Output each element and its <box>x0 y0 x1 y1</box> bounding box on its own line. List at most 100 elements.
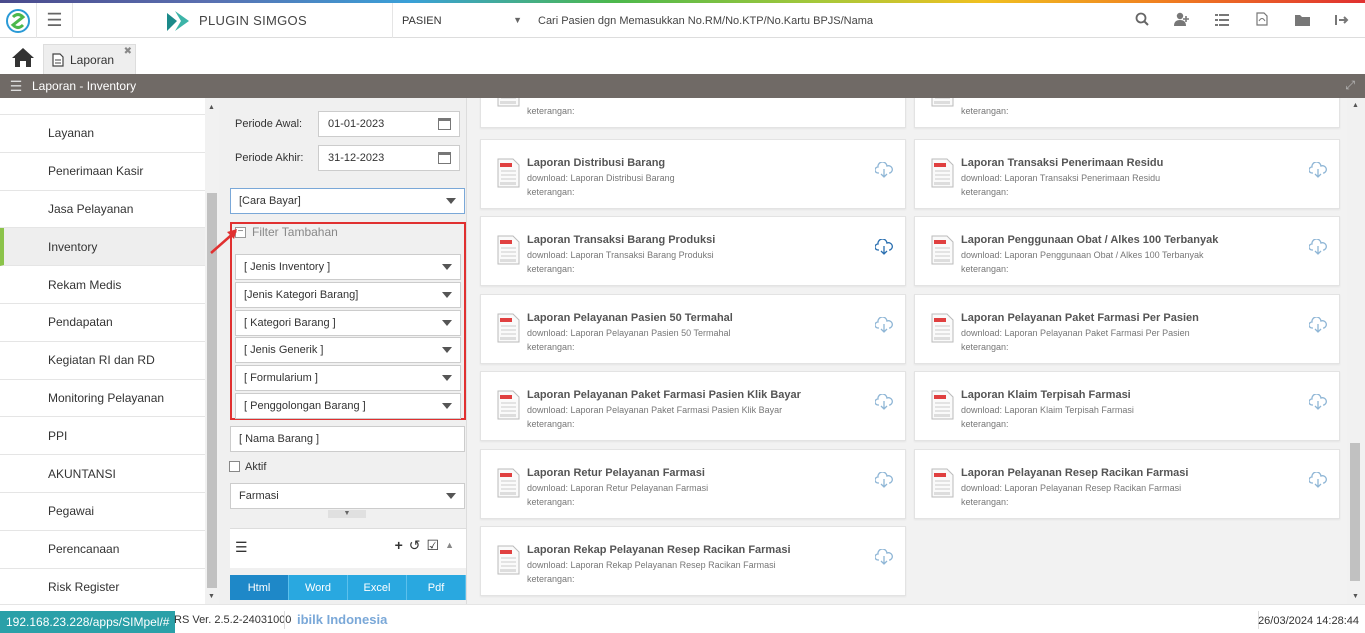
sidebar-item-partial <box>0 98 205 115</box>
scrollbar-thumb[interactable] <box>1350 443 1360 581</box>
jenis-generik-select[interactable]: [ Jenis Generik ] <box>235 337 461 363</box>
cloud-download-icon[interactable] <box>875 317 893 333</box>
status-url: 192.168.23.228/apps/SIMpel/# <box>0 611 176 633</box>
cloud-download-icon[interactable] <box>1309 162 1327 178</box>
folder-icon[interactable] <box>1293 13 1311 29</box>
report-download-text: download: Laporan Transaksi Barang Produ… <box>527 250 714 260</box>
add-icon[interactable]: + <box>395 537 403 554</box>
ruangan-select[interactable]: Farmasi <box>230 483 465 509</box>
home-icon[interactable] <box>10 46 36 68</box>
report-title[interactable]: Laporan Transaksi Penerimaan Residu <box>961 157 1163 169</box>
cloud-download-icon[interactable] <box>1309 472 1327 488</box>
report-card[interactable]: Laporan Rekap Pelayanan Resep Racikan Fa… <box>480 526 906 596</box>
menu-toggle-icon[interactable]: ☰ <box>36 3 73 38</box>
report-title[interactable]: Laporan Pelayanan Resep Racikan Farmasi <box>961 467 1188 479</box>
logout-icon[interactable] <box>1333 13 1351 29</box>
sidebar-item-perencanaan[interactable]: Perencanaan <box>0 531 205 569</box>
sidebar-item-kegiatan-ri-rd[interactable]: Kegiatan RI dan RD <box>0 342 205 380</box>
report-title[interactable]: Laporan Pelayanan Paket Farmasi Pasien K… <box>527 389 801 401</box>
periode-akhir-field[interactable]: 31-12-2023 <box>318 145 460 171</box>
pdf-icon[interactable] <box>1253 12 1271 29</box>
report-card[interactable]: Laporan Distribusi Barang download: Lapor… <box>480 139 906 209</box>
report-title[interactable]: Laporan Pelayanan Paket Farmasi Per Pasi… <box>961 312 1199 324</box>
panel-menu-icon[interactable]: ☰ <box>0 78 32 95</box>
collapse-grip-icon[interactable]: ▼ <box>328 510 366 518</box>
scroll-down-icon[interactable]: ▼ <box>208 593 215 600</box>
sidebar-item-pegawai[interactable]: Pegawai <box>0 493 205 531</box>
report-card[interactable]: Laporan Pelayanan Resep Racikan Farmasi d… <box>914 449 1340 519</box>
jenis-inventory-select[interactable]: [ Jenis Inventory ] <box>235 254 461 280</box>
sidebar-item-monitoring-pelayanan[interactable]: Monitoring Pelayanan <box>0 380 205 418</box>
cara-bayar-select[interactable]: [Cara Bayar] <box>230 188 465 214</box>
close-icon[interactable]: ✖ <box>124 46 132 57</box>
report-list-scrollbar[interactable]: ▲ ▼ <box>1347 98 1365 604</box>
sidebar-item-inventory[interactable]: Inventory <box>0 228 205 267</box>
app-logo[interactable] <box>0 3 36 38</box>
nama-barang-input[interactable]: [ Nama Barang ] <box>230 426 465 452</box>
report-keterangan: keterangan: <box>961 419 1009 429</box>
sidebar-item-pendapatan[interactable]: Pendapatan <box>0 304 205 342</box>
report-card[interactable]: Laporan Pelayanan Pasien 50 Termahal down… <box>480 294 906 364</box>
report-title[interactable]: Laporan Klaim Terpisah Farmasi <box>961 389 1131 401</box>
calendar-icon[interactable] <box>438 152 451 164</box>
report-card[interactable]: Laporan Transaksi Penerimaan Residu downl… <box>914 139 1340 209</box>
penggolongan-barang-select[interactable]: [ Penggolongan Barang ] <box>235 393 461 419</box>
kategori-barang-select[interactable]: [ Kategori Barang ] <box>235 310 461 336</box>
report-title[interactable]: Laporan Retur Pelayanan Farmasi <box>527 467 705 479</box>
cloud-download-icon[interactable] <box>875 394 893 410</box>
sidebar-item-akuntansi[interactable]: AKUNTANSI <box>0 455 205 493</box>
sidebar-item-layanan[interactable]: Layanan <box>0 115 205 153</box>
calendar-icon[interactable] <box>438 118 451 130</box>
scroll-down-icon[interactable]: ▼ <box>1352 593 1359 600</box>
report-card[interactable]: Laporan Penggunaan Obat / Alkes 100 Terb… <box>914 216 1340 286</box>
sidebar-item-ppi[interactable]: PPI <box>0 417 205 456</box>
cloud-download-icon[interactable] <box>1309 317 1327 333</box>
jenis-kategori-barang-select[interactable]: [Jenis Kategori Barang] <box>235 282 461 308</box>
report-card[interactable]: Laporan Retur Pelayanan Farmasi download:… <box>480 449 906 519</box>
search-icon[interactable] <box>1133 12 1151 29</box>
report-document-icon <box>497 98 520 107</box>
cloud-download-icon[interactable] <box>875 162 893 178</box>
export-html-button[interactable]: Html <box>230 575 289 600</box>
list-icon[interactable] <box>1213 13 1231 29</box>
list-icon[interactable]: ☰ <box>235 539 248 556</box>
report-card[interactable]: keterangan: <box>914 98 1340 128</box>
tab-laporan[interactable]: Laporan ✖ <box>43 44 136 74</box>
export-pdf-button[interactable]: Pdf <box>407 575 466 600</box>
report-card[interactable]: Laporan Pelayanan Paket Farmasi Pasien K… <box>480 371 906 441</box>
report-card[interactable]: keterangan: <box>480 98 906 128</box>
cloud-download-icon[interactable] <box>1309 394 1327 410</box>
export-excel-button[interactable]: Excel <box>348 575 407 600</box>
report-title[interactable]: Laporan Pelayanan Pasien 50 Termahal <box>527 312 733 324</box>
check-square-icon[interactable]: ☑ <box>427 537 440 554</box>
user-plus-icon[interactable] <box>1173 12 1191 29</box>
report-title[interactable]: Laporan Transaksi Barang Produksi <box>527 234 715 246</box>
sidebar-scrollbar[interactable]: ▲ ▼ <box>205 98 219 604</box>
cloud-download-icon[interactable] <box>875 472 893 488</box>
report-title[interactable]: Laporan Distribusi Barang <box>527 157 665 169</box>
patient-search-input[interactable]: Cari Pasien dgn Memasukkan No.RM/No.KTP/… <box>538 3 873 38</box>
cloud-download-icon[interactable] <box>875 239 893 255</box>
aktif-checkbox[interactable] <box>229 461 240 472</box>
report-card[interactable]: Laporan Klaim Terpisah Farmasi download: … <box>914 371 1340 441</box>
report-title[interactable]: Laporan Rekap Pelayanan Resep Racikan Fa… <box>527 544 791 556</box>
cloud-download-icon[interactable] <box>1309 239 1327 255</box>
chevron-up-icon[interactable]: ▲ <box>445 537 454 554</box>
sidebar-item-rekam-medis[interactable]: Rekam Medis <box>0 266 205 304</box>
report-title[interactable]: Laporan Penggunaan Obat / Alkes 100 Terb… <box>961 234 1218 246</box>
cloud-download-icon[interactable] <box>875 549 893 565</box>
formularium-select[interactable]: [ Formularium ] <box>235 365 461 391</box>
export-word-button[interactable]: Word <box>289 575 348 600</box>
scroll-up-icon[interactable]: ▲ <box>1352 102 1359 109</box>
sidebar-item-risk-register[interactable]: Risk Register <box>0 569 205 604</box>
sidebar-item-jasa-pelayanan[interactable]: Jasa Pelayanan <box>0 191 205 229</box>
patient-type-select[interactable]: PASIEN ▼ <box>402 3 522 38</box>
history-icon[interactable]: ↺ <box>409 537 421 554</box>
sidebar-item-penerimaan-kasir[interactable]: Penerimaan Kasir <box>0 153 205 191</box>
scroll-up-icon[interactable]: ▲ <box>208 104 215 111</box>
periode-awal-field[interactable]: 01-01-2023 <box>318 111 460 137</box>
report-card[interactable]: Laporan Pelayanan Paket Farmasi Per Pasi… <box>914 294 1340 364</box>
filter-tambahan-toggle[interactable]: − Filter Tambahan <box>235 225 342 239</box>
report-card[interactable]: Laporan Transaksi Barang Produksi downloa… <box>480 216 906 286</box>
expand-icon[interactable]: ⤢ <box>1345 78 1355 93</box>
